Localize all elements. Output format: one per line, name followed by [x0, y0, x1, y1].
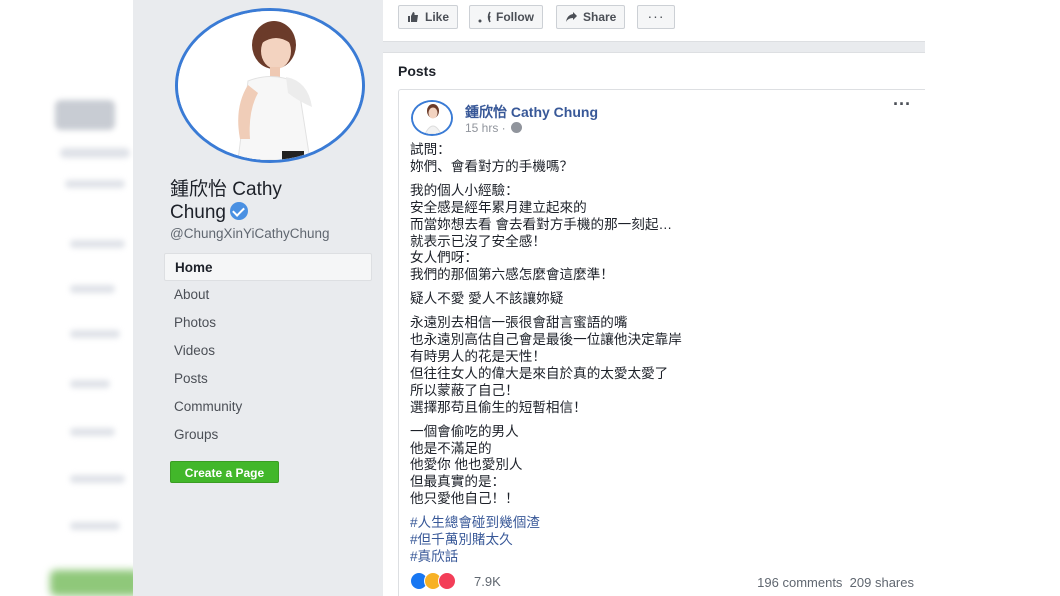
post-paragraph: 我的個人小經驗： 安全感是經年累月建立起來的 而當妳想去看 會去看對方手機的那一… [410, 183, 910, 284]
post-line: 但往往女人的偉大是來自於真的太愛太愛了 [410, 365, 669, 381]
share-icon [566, 12, 577, 22]
post-line: 永遠別去相信一張很會甜言蜜語的嘴 [410, 315, 628, 331]
post-line: 疑人不愛 愛人不該讓妳疑 [410, 291, 564, 307]
post-avatar-illustration [413, 102, 451, 134]
post-paragraph: 試問： 妳們、會看對方的手機嗎？ [410, 142, 910, 176]
like-page-button[interactable]: Like [398, 5, 459, 29]
post-line: 他愛你 他也愛別人 [410, 457, 523, 473]
post-paragraph: 疑人不愛 愛人不該讓妳疑 [410, 291, 910, 308]
profile-handle[interactable]: @ChungXinYiCathyChung [170, 226, 330, 241]
post-line: 也永遠別高估自己會是最後一位讓他決定靠岸 [410, 332, 682, 348]
post-line: 安全感是經年累月建立起來的 [410, 199, 587, 215]
facebook-page-frame: 鍾欣怡 Cathy Chung @ChungXinYiCathyChung Ho… [133, 0, 925, 596]
post-line: 我的個人小經驗： [410, 182, 519, 198]
love-reaction-icon [438, 572, 456, 590]
like-label: Like [425, 10, 450, 24]
comment-count-link[interactable]: 196 comments [757, 575, 842, 590]
post-line: 有時男人的花是天性！ [410, 348, 546, 364]
post-paragraph: 一個會偷吃的男人 他是不滿足的 他愛你 他也愛別人 但最真實的是： 他只愛他自己… [410, 424, 910, 509]
profile-photo-illustration [178, 11, 362, 160]
share-count-link[interactable]: 209 shares [850, 575, 914, 590]
nav-item-community[interactable]: Community [164, 393, 372, 421]
profile-name-line1: 鍾欣怡 Cathy [170, 179, 282, 200]
share-label: Share [583, 10, 617, 24]
nav-item-about[interactable]: About [164, 281, 372, 309]
post-line: 他只愛他自己！！ [410, 491, 519, 507]
posts-panel: Posts 鍾欣怡 Cathy Chung 15 hrs · ··· 試問： 妳… [383, 52, 925, 596]
post-stats: 196 comments 209 shares [757, 575, 914, 590]
profile-name: 鍾欣怡 Cathy Chung [170, 178, 370, 224]
page-action-bar: Like Follow Share ··· [383, 0, 925, 42]
follow-label: Follow [496, 10, 534, 24]
post-line: 而當妳想去看 會去看對方手機的那一刻起… [410, 216, 673, 232]
post-author-avatar[interactable] [411, 100, 453, 136]
screenshot-stage: 鍾欣怡 Cathy Chung @ChungXinYiCathyChung Ho… [0, 0, 1060, 596]
post-time-text: 15 hrs · [465, 121, 510, 135]
post-line: 但最真實的是： [410, 474, 506, 490]
posts-heading: Posts [398, 63, 437, 79]
follow-icon [478, 11, 491, 23]
nav-item-photos[interactable]: Photos [164, 309, 372, 337]
post-author-name[interactable]: 鍾欣怡 Cathy Chung [465, 102, 598, 122]
left-nav: Home About Photos Videos Posts Community… [164, 253, 372, 449]
hashtag-link[interactable]: #真欣話 [410, 549, 910, 566]
post-hashtags: #人生總會碰到幾個渣 #但千萬別賭太久 #真欣話 [410, 515, 910, 566]
post-timestamp[interactable]: 15 hrs · [465, 121, 523, 135]
nav-item-posts[interactable]: Posts [164, 365, 372, 393]
post-line: 試問： [410, 142, 451, 157]
nav-item-groups[interactable]: Groups [164, 421, 372, 449]
post-line: 他是不滿足的 [410, 440, 492, 456]
post-line: 妳們、會看對方的手機嗎？ [410, 158, 574, 174]
blurred-background [0, 0, 134, 596]
reaction-count: 7.9K [474, 574, 501, 589]
post-line: 所以蒙蔽了自己！ [410, 382, 519, 398]
post-line: 我們的那個第六感怎麼會這麼準！ [410, 267, 614, 283]
hashtag-link[interactable]: #人生總會碰到幾個渣 [410, 515, 910, 532]
left-column: 鍾欣怡 Cathy Chung @ChungXinYiCathyChung Ho… [133, 0, 383, 596]
create-page-button[interactable]: Create a Page [170, 461, 279, 483]
like-icon [408, 12, 418, 22]
post-line: 女人們呀： [410, 250, 478, 266]
profile-avatar[interactable] [175, 8, 365, 163]
post-paragraph: 永遠別去相信一張很會甜言蜜語的嘴 也永遠別高估自己會是最後一位讓他決定靠岸 有時… [410, 315, 910, 416]
post-card: 鍾欣怡 Cathy Chung 15 hrs · ··· 試問： 妳們、會看對方… [398, 89, 925, 596]
post-options-button[interactable]: ··· [893, 94, 911, 115]
post-line: 就表示已沒了安全感！ [410, 233, 546, 249]
profile-name-line2: Chung [170, 202, 226, 223]
follow-page-button[interactable]: Follow [469, 5, 543, 29]
nav-item-home[interactable]: Home [164, 253, 372, 281]
more-options-button[interactable]: ··· [637, 5, 675, 29]
post-line: 一個會偷吃的男人 [410, 423, 519, 439]
verified-icon [230, 202, 248, 220]
share-page-button[interactable]: Share [556, 5, 626, 29]
post-body: 試問： 妳們、會看對方的手機嗎？ 我的個人小經驗： 安全感是經年累月建立起來的 … [410, 142, 910, 573]
hashtag-link[interactable]: #但千萬別賭太久 [410, 532, 910, 549]
post-line: 選擇那苟且偷生的短暫相信！ [410, 399, 587, 415]
globe-icon [511, 122, 523, 133]
nav-item-videos[interactable]: Videos [164, 337, 372, 365]
